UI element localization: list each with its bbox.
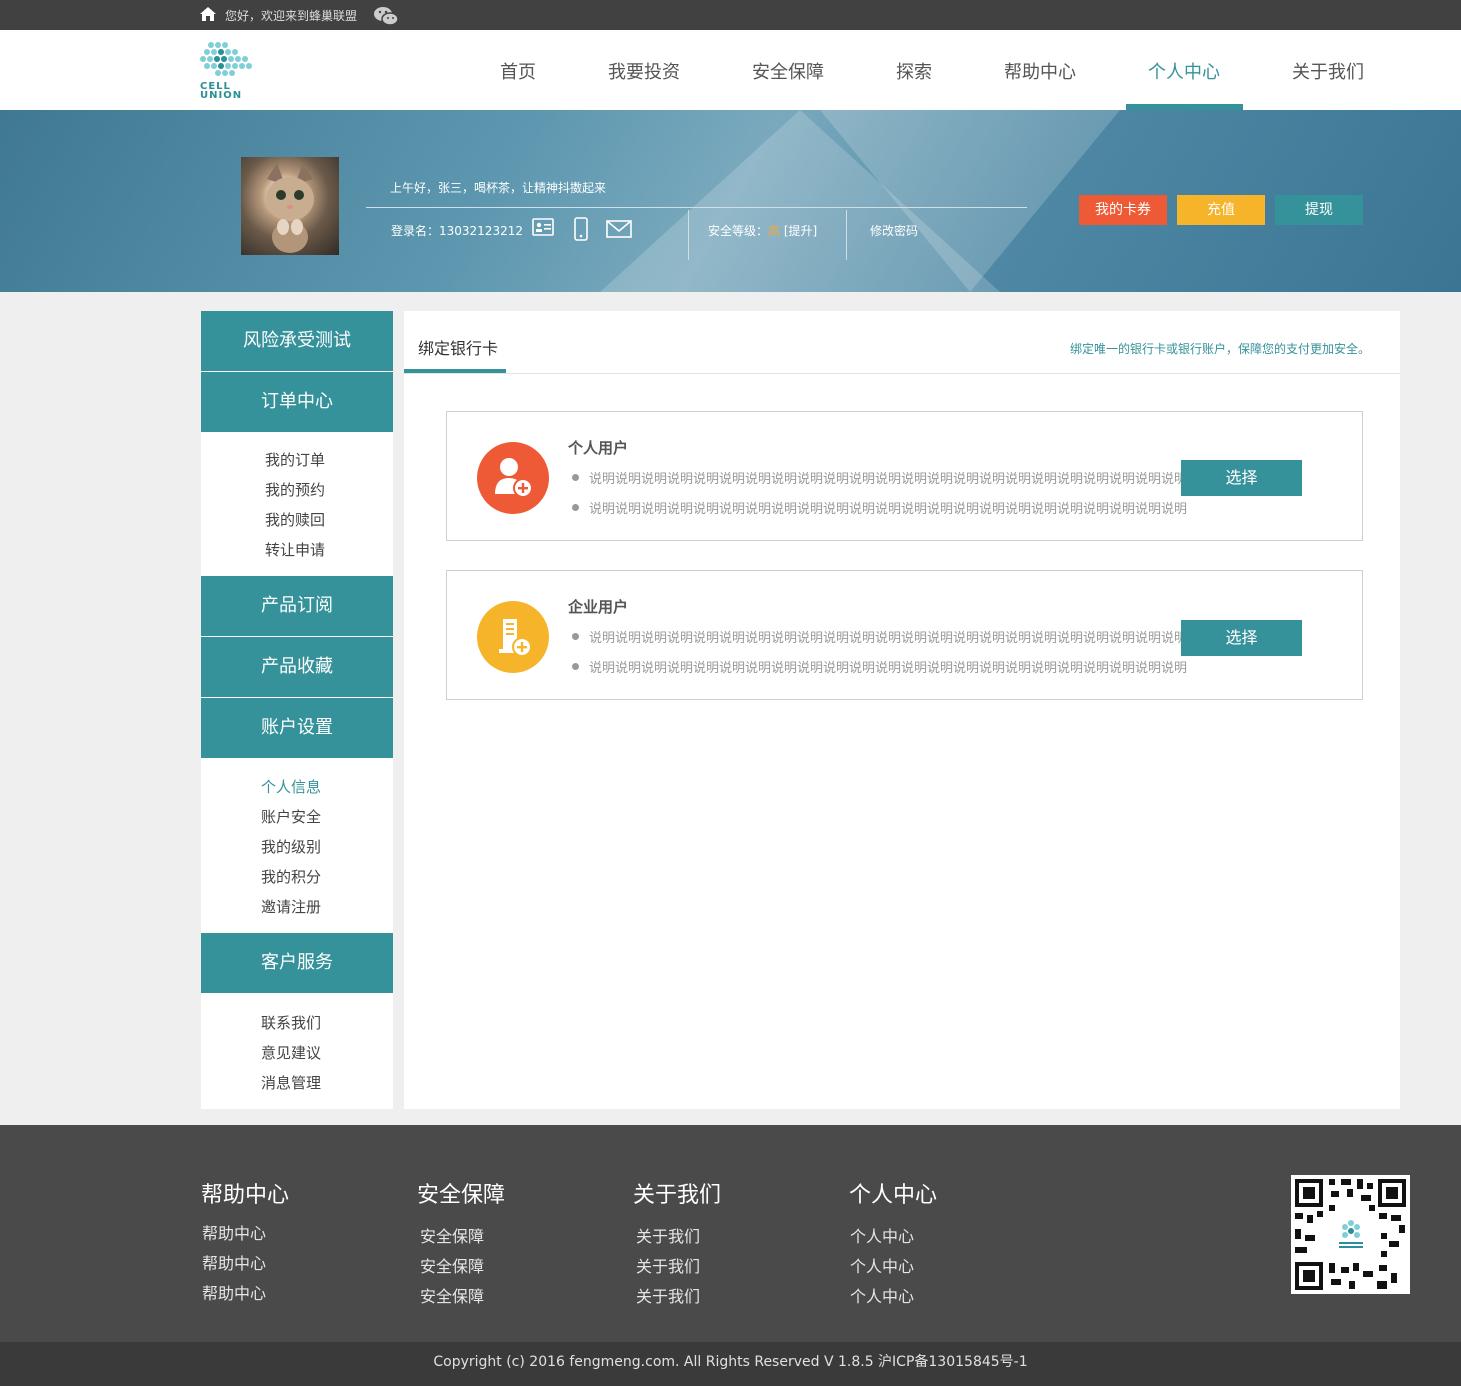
card-title: 企业用户 xyxy=(568,598,629,616)
select-personal-button[interactable]: 选择 xyxy=(1181,460,1302,496)
logo-line2: UNION xyxy=(200,90,243,101)
nav-personal-center[interactable]: 个人中心 xyxy=(1148,58,1220,110)
banner-separator xyxy=(846,210,847,260)
main-panel: 绑定银行卡 绑定唯一的银行卡或银行账户，保障您的支付更加安全。 个人用户 说明说… xyxy=(404,311,1400,1109)
change-password-link[interactable]: 修改密码 xyxy=(870,222,918,239)
footer-link[interactable]: 关于我们 xyxy=(636,1223,700,1247)
site-header: CELL UNION 首页 我要投资 安全保障 探索 帮助中心 个人中心 关于我们 xyxy=(0,30,1461,110)
tab-bind-bank-card[interactable]: 绑定银行卡 xyxy=(418,335,498,359)
sidebar-item-my-orders[interactable]: 我的订单 xyxy=(265,449,325,470)
sidebar-order-center[interactable]: 订单中心 xyxy=(201,372,393,432)
security-label: 安全等级： xyxy=(708,224,769,238)
footer-link[interactable]: 关于我们 xyxy=(636,1283,700,1307)
sidebar-product-subscription[interactable]: 产品订阅 xyxy=(201,576,393,636)
sidebar-item-my-reservations[interactable]: 我的预约 xyxy=(265,479,325,500)
banner-separator xyxy=(688,210,689,260)
enterprise-user-icon xyxy=(477,601,549,673)
sidebar-risk-test[interactable]: 风险承受测试 xyxy=(201,311,393,371)
nav-about[interactable]: 关于我们 xyxy=(1292,58,1364,110)
sidebar-customer-service[interactable]: 客户服务 xyxy=(201,933,393,993)
copyright: Copyright (c) 2016 fengmeng.com. All Rig… xyxy=(0,1342,1461,1386)
nav-help[interactable]: 帮助中心 xyxy=(1004,58,1076,110)
sidebar-product-favorites[interactable]: 产品收藏 xyxy=(201,637,393,697)
id-card-icon[interactable] xyxy=(532,218,554,236)
login-name: 登录名：13032123212 xyxy=(391,224,523,238)
footer-link[interactable]: 帮助中心 xyxy=(202,1250,266,1274)
select-enterprise-button[interactable]: 选择 xyxy=(1181,620,1302,656)
personal-user-icon xyxy=(477,442,549,514)
footer-col-title: 安全保障 xyxy=(417,1183,506,1208)
sidebar-account-settings[interactable]: 账户设置 xyxy=(201,698,393,758)
sidebar-item-transfer-requests[interactable]: 转让申请 xyxy=(265,539,325,560)
sidebar-item-account-security[interactable]: 账户安全 xyxy=(261,806,321,827)
enterprise-user-card: 企业用户 说明说明说明说明说明说明说明说明说明说明说明说明说明说明说明说明说明说… xyxy=(446,570,1363,700)
card-description: 说明说明说明说明说明说明说明说明说明说明说明说明说明说明说明说明说明说明说明说明… xyxy=(589,631,1188,646)
sidebar-item-messages[interactable]: 消息管理 xyxy=(261,1072,321,1093)
recharge-button[interactable]: 充值 xyxy=(1177,195,1265,225)
security-level: 安全等级：高 [提升] xyxy=(708,222,817,239)
tab-divider xyxy=(404,373,1400,374)
footer-link[interactable]: 关于我们 xyxy=(636,1253,700,1277)
banner-decoration-2 xyxy=(820,110,1120,292)
welcome-text: 您好，欢迎来到蜂巢联盟 xyxy=(225,9,358,23)
footer-link[interactable]: 安全保障 xyxy=(420,1283,484,1307)
withdraw-button[interactable]: 提现 xyxy=(1275,195,1363,225)
nav-security[interactable]: 安全保障 xyxy=(752,58,824,110)
footer-link[interactable]: 个人中心 xyxy=(850,1283,914,1307)
sidebar-item-my-points[interactable]: 我的积分 xyxy=(261,866,321,887)
sidebar-item-my-level[interactable]: 我的级别 xyxy=(261,836,321,857)
bullet-dot xyxy=(572,663,579,670)
email-icon[interactable] xyxy=(606,220,632,238)
footer-link[interactable]: 安全保障 xyxy=(420,1223,484,1247)
sidebar-item-personal-info[interactable]: 个人信息 xyxy=(261,776,321,797)
personal-user-card: 个人用户 说明说明说明说明说明说明说明说明说明说明说明说明说明说明说明说明说明说… xyxy=(446,411,1363,541)
footer-link[interactable]: 个人中心 xyxy=(850,1223,914,1247)
nav-explore[interactable]: 探索 xyxy=(896,58,932,110)
footer-col-title: 个人中心 xyxy=(849,1183,938,1208)
nav-invest[interactable]: 我要投资 xyxy=(608,58,680,110)
sidebar-item-my-redemptions[interactable]: 我的赎回 xyxy=(265,509,325,530)
wechat-icon[interactable] xyxy=(373,5,399,27)
sidebar: 风险承受测试 订单中心 我的订单 我的预约 我的赎回 转让申请 产品订阅 产品收… xyxy=(201,311,393,1109)
security-level-value: 高 xyxy=(768,224,781,238)
bullet-dot xyxy=(572,474,579,481)
sidebar-item-invite[interactable]: 邀请注册 xyxy=(261,896,321,917)
my-coupons-button[interactable]: 我的卡券 xyxy=(1079,195,1167,225)
footer-col-title: 关于我们 xyxy=(633,1183,722,1208)
user-avatar[interactable] xyxy=(241,157,339,255)
sidebar-item-contact-us[interactable]: 联系我们 xyxy=(261,1012,321,1033)
hexagon-logo-icon xyxy=(200,42,252,76)
home-icon[interactable] xyxy=(199,6,217,22)
sidebar-item-feedback[interactable]: 意见建议 xyxy=(261,1042,321,1063)
bind-hint-text: 绑定唯一的银行卡或银行账户，保障您的支付更加安全。 xyxy=(1069,342,1370,356)
card-description: 说明说明说明说明说明说明说明说明说明说明说明说明说明说明说明说明说明说明说明说明… xyxy=(589,502,1188,517)
cell-union-logo[interactable]: CELL UNION xyxy=(197,40,257,102)
footer-col-title: 帮助中心 xyxy=(201,1183,290,1208)
greeting-text: 上午好，张三，喝杯茶，让精神抖擞起来 xyxy=(390,181,607,195)
footer-link[interactable]: 安全保障 xyxy=(420,1253,484,1277)
card-title: 个人用户 xyxy=(568,439,629,457)
footer-link[interactable]: 个人中心 xyxy=(850,1253,914,1277)
qr-code xyxy=(1291,1175,1410,1294)
bullet-dot xyxy=(572,633,579,640)
upgrade-link[interactable]: [提升] xyxy=(784,224,817,238)
top-bar: 您好，欢迎来到蜂巢联盟 xyxy=(0,0,1461,30)
user-banner: 上午好，张三，喝杯茶，让精神抖擞起来 登录名：13032123212 安全等级：… xyxy=(0,110,1461,292)
banner-divider xyxy=(366,207,1027,208)
footer-link[interactable]: 帮助中心 xyxy=(202,1280,266,1304)
phone-icon[interactable] xyxy=(574,217,588,241)
nav-home[interactable]: 首页 xyxy=(500,58,536,110)
card-description: 说明说明说明说明说明说明说明说明说明说明说明说明说明说明说明说明说明说明说明说明… xyxy=(589,661,1188,676)
bullet-dot xyxy=(572,504,579,511)
site-footer: 帮助中心 帮助中心 帮助中心 帮助中心 安全保障 安全保障 安全保障 安全保障 … xyxy=(0,1125,1461,1342)
card-description: 说明说明说明说明说明说明说明说明说明说明说明说明说明说明说明说明说明说明说明说明… xyxy=(589,472,1188,487)
footer-link[interactable]: 帮助中心 xyxy=(202,1220,266,1244)
